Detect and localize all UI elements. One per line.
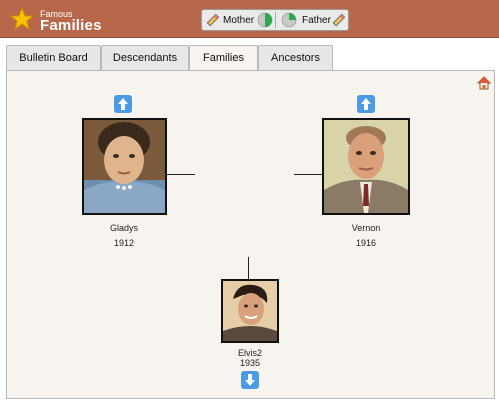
- pencil-icon[interactable]: [331, 12, 347, 28]
- tab-families[interactable]: Families: [189, 45, 258, 71]
- child-year: 1935: [239, 358, 261, 368]
- mother-photo[interactable]: [82, 118, 167, 215]
- app-header: Famous Families Mother Father: [0, 0, 499, 38]
- mother-toggle-label[interactable]: Mother: [223, 15, 254, 26]
- child-connector-line: [248, 257, 249, 279]
- child-down-arrow-button[interactable]: [241, 371, 259, 389]
- tab-bulletin-board[interactable]: Bulletin Board: [6, 45, 101, 70]
- father-photo-image: [324, 120, 408, 213]
- child-name[interactable]: Elvis2: [210, 348, 290, 358]
- tab-ancestors[interactable]: Ancestors: [258, 45, 333, 70]
- mother-up-arrow-button[interactable]: [114, 95, 132, 113]
- mother-photo-image: [84, 120, 165, 213]
- child-photo[interactable]: [221, 279, 279, 343]
- family-panel: Gladys 1912 Vernon 1916 Elvis2 1935: [6, 70, 495, 399]
- pencil-icon[interactable]: [205, 12, 221, 28]
- brand-title: Families: [40, 17, 102, 34]
- father-up-arrow-button[interactable]: [357, 95, 375, 113]
- child-photo-image: [223, 281, 277, 341]
- father-toggle-label[interactable]: Father: [302, 15, 331, 26]
- mother-connector-line: [167, 174, 195, 175]
- star-icon: [10, 7, 34, 31]
- arrow-up-icon: [361, 98, 371, 110]
- home-icon[interactable]: [477, 76, 491, 90]
- mother-year: 1912: [113, 238, 135, 248]
- arrow-down-icon: [245, 374, 255, 386]
- mother-name[interactable]: Gladys: [84, 223, 164, 233]
- mother-pie-chart-icon[interactable]: [257, 12, 273, 28]
- arrow-up-icon: [118, 98, 128, 110]
- father-photo[interactable]: [322, 118, 410, 215]
- tab-descendants[interactable]: Descendants: [101, 45, 189, 70]
- father-connector-line: [294, 174, 322, 175]
- parent-toggle-bar: Mother Father: [201, 9, 349, 31]
- toggle-separator: [275, 12, 276, 28]
- father-pie-chart-icon[interactable]: [281, 12, 297, 28]
- father-year: 1916: [355, 238, 377, 248]
- father-name[interactable]: Vernon: [326, 223, 406, 233]
